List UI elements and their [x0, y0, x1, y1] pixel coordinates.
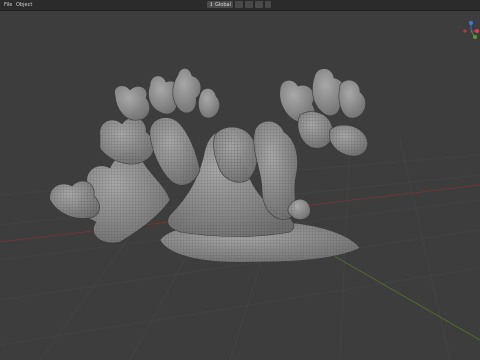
gizmo-neg-x-axis	[463, 29, 467, 33]
menu-file[interactable]: File	[4, 1, 12, 9]
menu-object[interactable]: Object	[16, 1, 32, 9]
proportional-edit-icon[interactable]	[255, 1, 263, 8]
coral-mesh[interactable]	[0, 0, 480, 360]
3d-viewport[interactable]: File Object ↕ Global	[0, 0, 480, 360]
overlay-icon[interactable]	[265, 1, 271, 8]
gizmo-z-axis	[469, 21, 473, 25]
transform-orientation-icon: ↕	[209, 2, 214, 8]
snap-icon[interactable]	[245, 1, 253, 8]
transform-orientation-label: Global	[215, 2, 231, 8]
viewport-header: File Object ↕ Global	[0, 0, 480, 11]
transform-orientation-dropdown[interactable]: ↕ Global	[207, 1, 233, 8]
gizmo-x-axis	[475, 29, 479, 33]
gizmo-y-axis	[473, 35, 477, 39]
navigation-gizmo[interactable]	[462, 20, 480, 42]
pivot-icon[interactable]	[235, 1, 243, 8]
